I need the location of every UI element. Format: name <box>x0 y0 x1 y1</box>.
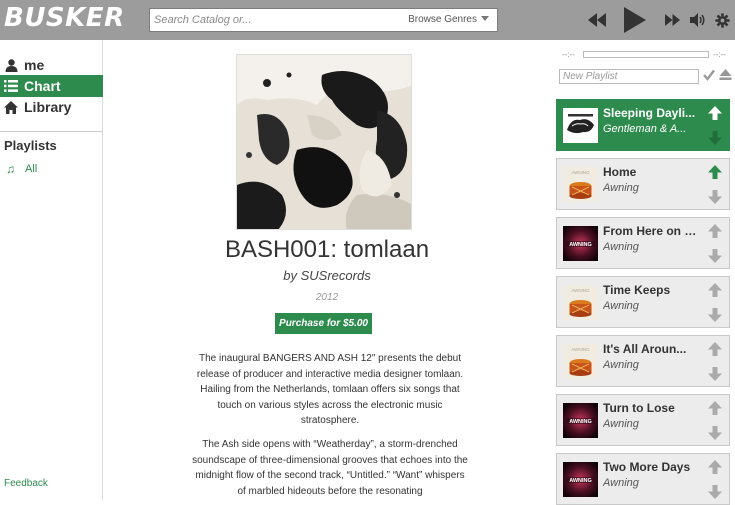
sidebar-item-label: Library <box>24 99 72 115</box>
playlist-item-all[interactable]: ♫ All <box>6 162 37 176</box>
track-thumbnail: AWNING <box>563 403 598 438</box>
track-artist: Awning <box>603 359 639 371</box>
vote-up-icon[interactable] <box>707 459 723 475</box>
previous-button[interactable] <box>586 0 608 40</box>
vote-down-icon[interactable] <box>707 425 723 441</box>
sidebar-item-chart[interactable]: Chart <box>0 75 103 97</box>
top-bar: BUSKER Browse Genres <box>0 0 735 40</box>
feedback-link[interactable]: Feedback <box>4 478 48 489</box>
gear-icon <box>714 12 730 28</box>
album-description-paragraph: The Ash side opens with “Weatherday”, a … <box>192 439 468 497</box>
queue-track[interactable]: AWNING Time Keeps Awning <box>556 276 730 328</box>
user-icon <box>4 58 18 72</box>
playlists-heading: Playlists <box>4 138 57 153</box>
sidebar: me Chart Library Playlists ♫ All Feedbac… <box>0 40 103 500</box>
track-thumbnail: AWNING <box>563 226 598 261</box>
volume-icon <box>690 13 705 27</box>
track-artist: Awning <box>603 241 639 253</box>
search-box[interactable]: Browse Genres <box>149 8 498 32</box>
queue-track[interactable]: AWNING Two More Days Awning <box>556 453 730 505</box>
search-input[interactable] <box>154 12 414 28</box>
vote-down-icon[interactable] <box>707 248 723 264</box>
vote-up-icon[interactable] <box>707 164 723 180</box>
vote-down-icon[interactable] <box>707 484 723 500</box>
svg-text:AWNING: AWNING <box>571 288 590 293</box>
track-title: It's All Aroun... <box>603 342 687 356</box>
sidebar-item-me[interactable]: me <box>0 54 103 76</box>
track-artist: Gentleman & A... <box>603 123 687 135</box>
eject-icon[interactable] <box>719 68 732 86</box>
queue-panel: --:-- --:-- Sleeping Dayli... Gentleman &… <box>550 40 735 505</box>
list-icon <box>4 79 18 93</box>
play-button[interactable] <box>620 0 650 40</box>
queue-track[interactable]: AWNING Home Awning <box>556 158 730 210</box>
queue-track[interactable]: AWNING From Here on t... Awning <box>556 217 730 269</box>
browse-genres-dropdown[interactable]: Browse Genres <box>408 14 489 25</box>
sidebar-item-library[interactable]: Library <box>0 96 103 118</box>
track-title: Home <box>603 165 637 179</box>
next-button[interactable] <box>662 0 682 40</box>
next-icon <box>664 14 680 26</box>
vote-up-icon[interactable] <box>707 282 723 298</box>
svg-text:AWNING: AWNING <box>569 242 592 248</box>
browse-genres-label: Browse Genres <box>408 14 477 25</box>
volume-button[interactable] <box>689 0 707 40</box>
vote-up-icon[interactable] <box>707 341 723 357</box>
svg-text:AWNING: AWNING <box>571 170 590 175</box>
vote-up-icon[interactable] <box>707 105 723 121</box>
track-title: Sleeping Dayli... <box>603 106 696 120</box>
previous-icon <box>588 13 606 27</box>
track-title: Time Keeps <box>603 283 671 297</box>
track-artist: Awning <box>603 300 639 312</box>
music-note-icon: ♫ <box>6 162 15 176</box>
vote-down-icon[interactable] <box>707 130 723 146</box>
vote-down-icon[interactable] <box>707 366 723 382</box>
new-playlist-input[interactable] <box>559 69 699 84</box>
queue-track[interactable]: AWNING Turn to Lose Awning <box>556 394 730 446</box>
elapsed-time: --:-- <box>562 50 575 59</box>
album-description-paragraph: The inaugural BANGERS AND ASH 12" presen… <box>196 353 464 427</box>
queue-track[interactable]: AWNING It's All Aroun... Awning <box>556 335 730 387</box>
track-thumbnail: AWNING <box>563 285 598 320</box>
album-detail: BASH001: tomlaan by SUSrecords 2012 Purc… <box>104 40 550 500</box>
svg-text:AWNING: AWNING <box>569 478 592 484</box>
svg-text:AWNING: AWNING <box>569 419 592 425</box>
svg-text:AWNING: AWNING <box>571 347 590 352</box>
track-title: Two More Days <box>603 460 691 474</box>
check-icon[interactable] <box>703 68 715 86</box>
queue-track[interactable]: Sleeping Dayli... Gentleman & A... <box>556 99 730 151</box>
track-thumbnail: AWNING <box>563 167 598 202</box>
app-logo[interactable]: BUSKER <box>4 3 125 33</box>
vote-down-icon[interactable] <box>707 307 723 323</box>
purchase-button[interactable]: Purchase for $5.00 <box>275 313 372 334</box>
vote-up-icon[interactable] <box>707 400 723 416</box>
track-title: Turn to Lose <box>603 401 675 415</box>
home-icon <box>4 100 18 114</box>
vote-up-icon[interactable] <box>707 223 723 239</box>
sidebar-item-label: me <box>24 57 45 73</box>
album-title: BASH001: tomlaan <box>224 236 430 263</box>
total-time: --:-- <box>713 50 726 59</box>
play-icon <box>624 7 646 33</box>
track-artist: Awning <box>603 182 639 194</box>
track-artist: Awning <box>603 477 639 489</box>
sidebar-item-label: Chart <box>24 78 61 94</box>
vote-down-icon[interactable] <box>707 189 723 205</box>
sidebar-divider <box>0 131 103 132</box>
track-artist: Awning <box>603 418 639 430</box>
progress-bar[interactable] <box>583 51 709 58</box>
album-artist[interactable]: by SUSrecords <box>104 268 550 283</box>
album-cover <box>236 54 412 230</box>
track-thumbnail <box>563 108 598 143</box>
album-year: 2012 <box>315 292 339 303</box>
track-thumbnail: AWNING <box>563 462 598 497</box>
track-title: From Here on t... <box>603 224 698 238</box>
playlist-item-label: All <box>25 163 38 175</box>
track-thumbnail: AWNING <box>563 344 598 379</box>
settings-button[interactable] <box>712 0 732 40</box>
chevron-down-icon <box>481 16 489 21</box>
